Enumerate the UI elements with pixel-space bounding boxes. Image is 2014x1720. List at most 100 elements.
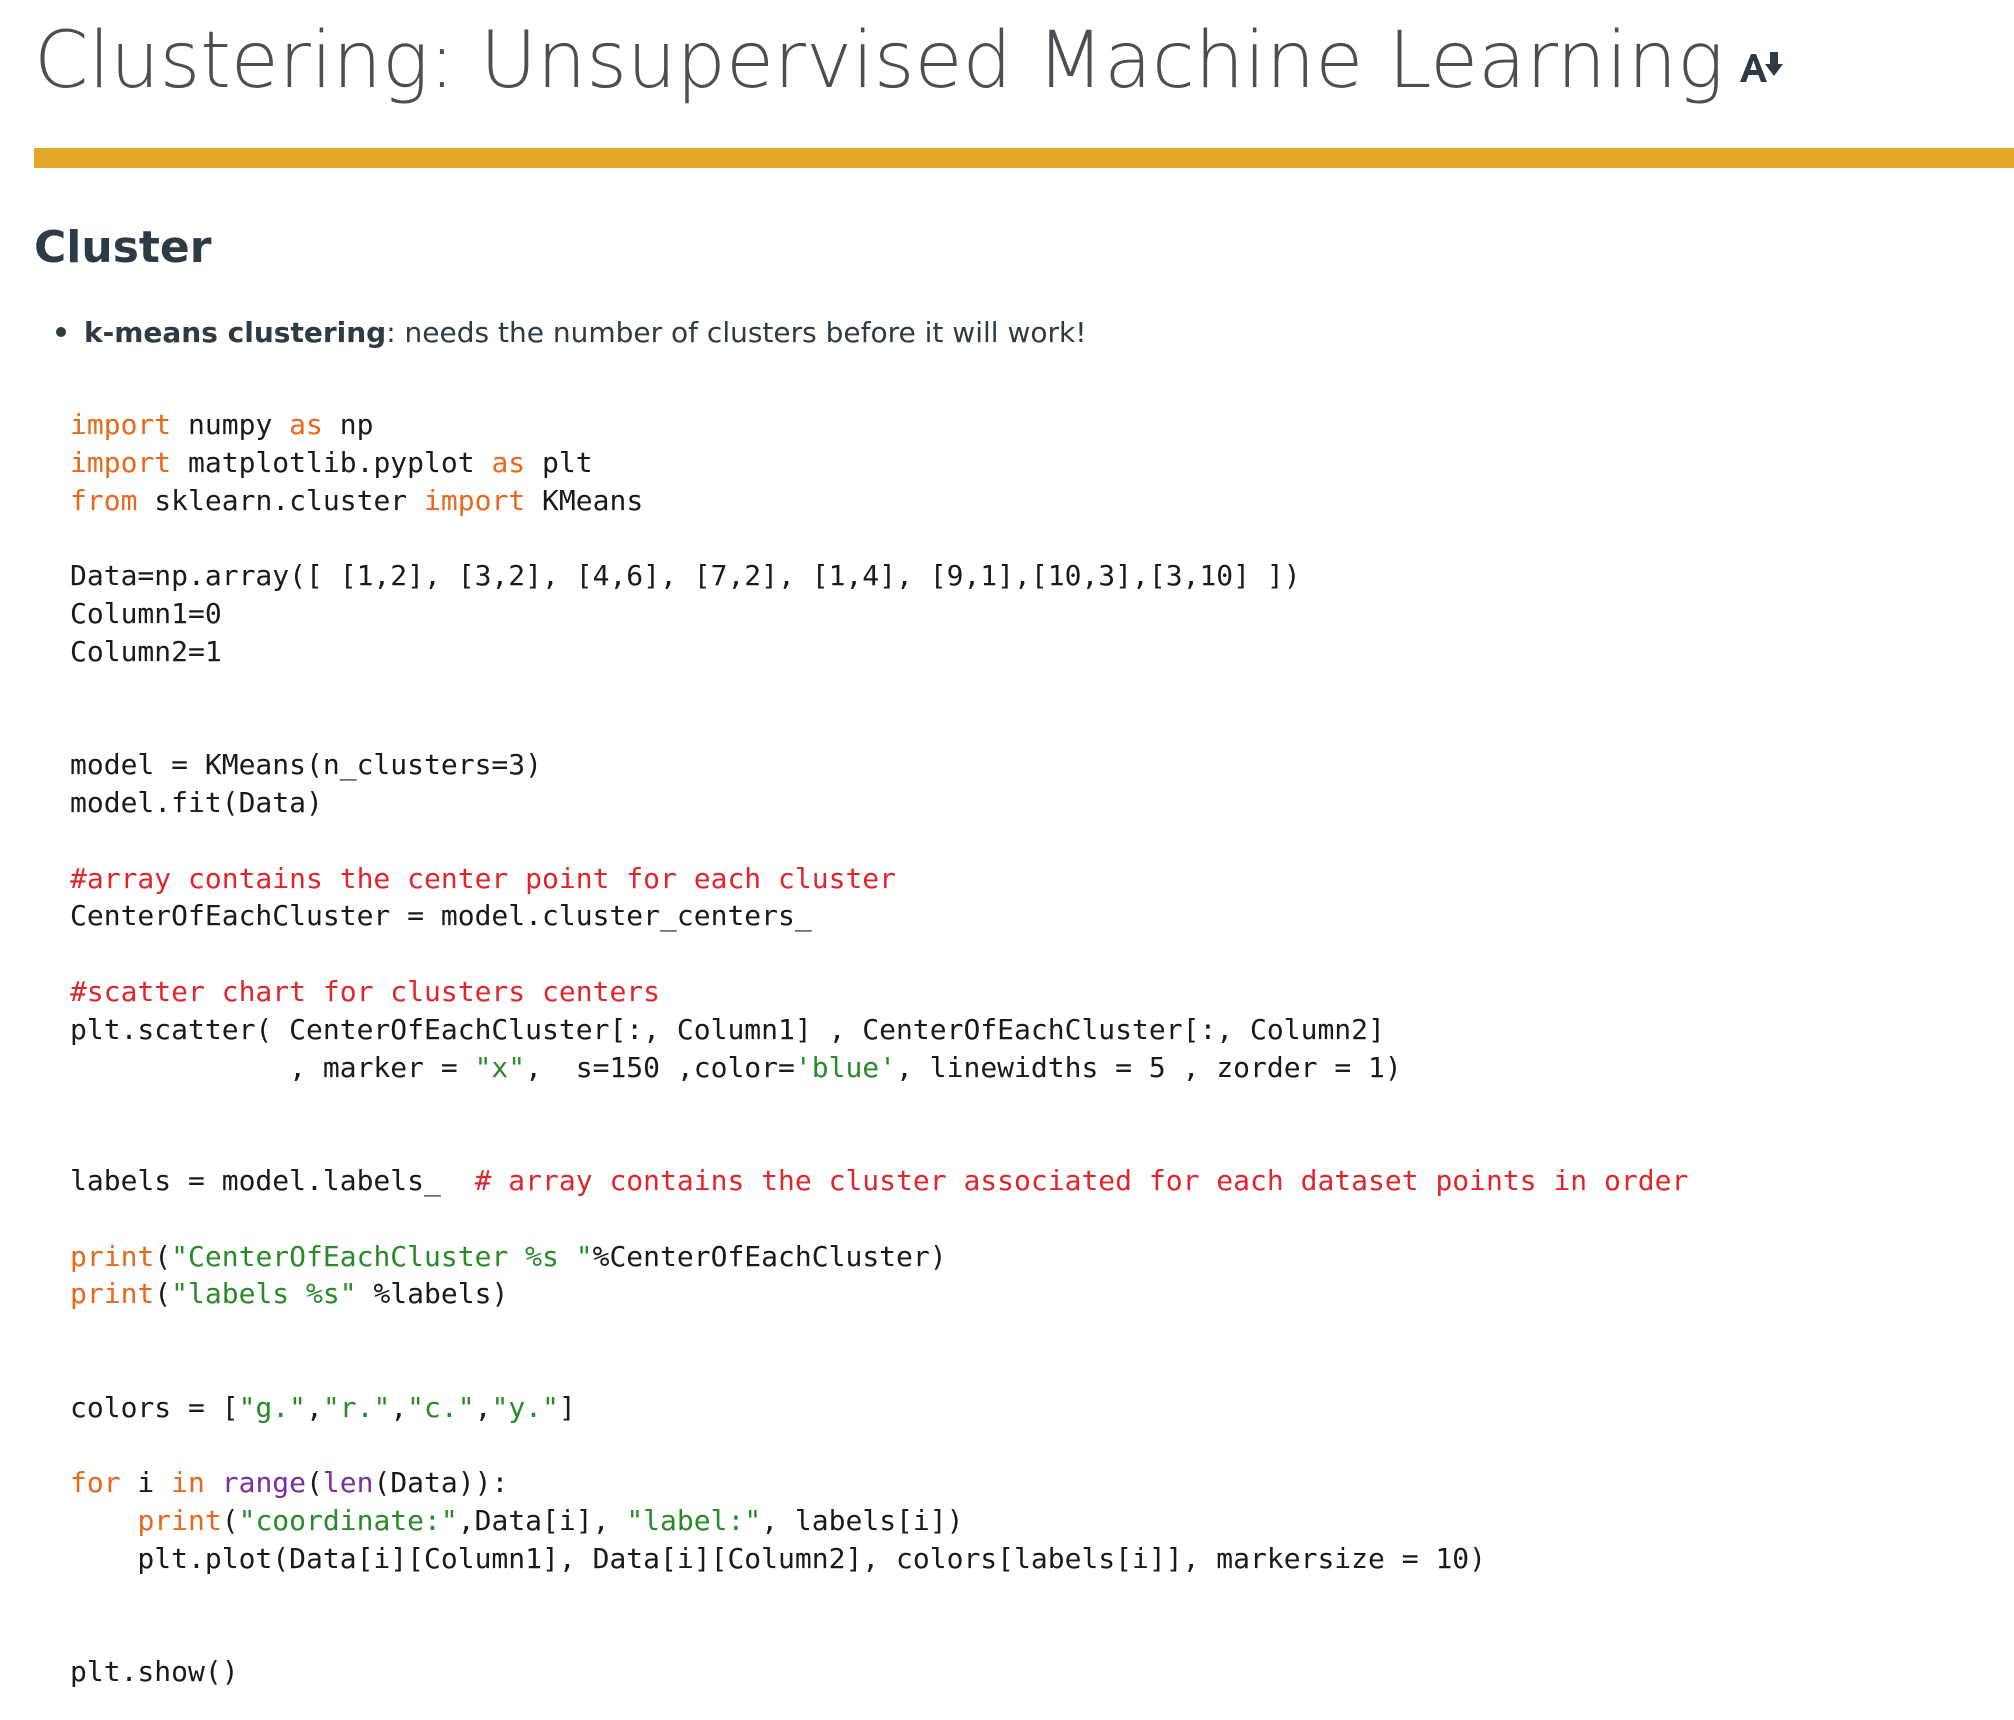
code-token-str: "coordinate:" xyxy=(238,1504,458,1538)
code-block: import numpy as np import matplotlib.pypl… xyxy=(70,406,1688,1691)
code-line: from sklearn.cluster import KMeans xyxy=(70,482,1688,520)
code-line: plt.scatter( CenterOfEachCluster[:, Colu… xyxy=(70,1011,1688,1049)
code-token-plain: colors = [ xyxy=(70,1390,239,1424)
code-token-plain: ( xyxy=(154,1277,172,1311)
bullet-term: k-means clustering xyxy=(84,315,387,349)
page-header: Clustering: Unsupervised Machine Learnin… xyxy=(34,6,1784,116)
code-token-plain: , s=150 ,color= xyxy=(525,1050,795,1084)
code-token-kw: import xyxy=(70,445,172,479)
code-token-str: "labels %s" xyxy=(171,1277,357,1311)
code-line: model.fit(Data) xyxy=(70,784,1688,822)
code-line: colors = ["g.","r.","c.","y."] xyxy=(70,1389,1688,1427)
code-line: import numpy as np xyxy=(70,406,1688,444)
code-token-plain: ] xyxy=(558,1390,576,1424)
code-token-plain: , linewidths = 5 , zorder = 1) xyxy=(896,1050,1402,1084)
page-title: Clustering: Unsupervised Machine Learnin… xyxy=(34,16,1724,106)
list-item: k-means clustering: needs the number of … xyxy=(34,304,1086,360)
code-token-plain: ( xyxy=(306,1466,323,1500)
bullet-dot xyxy=(56,327,66,337)
code-line: plt.show() xyxy=(70,1653,1688,1691)
code-token-str: "x" xyxy=(474,1050,526,1084)
code-token-kw: as xyxy=(289,408,323,441)
code-token-kw: in xyxy=(171,1466,205,1500)
code-token-plain: sklearn.cluster xyxy=(137,483,425,517)
code-token-kw: print xyxy=(70,1277,155,1311)
code-token-plain: (Data)): xyxy=(373,1466,509,1500)
code-token-kw: as xyxy=(491,445,526,479)
code-line: labels = model.labels_ # array contains … xyxy=(70,1162,1688,1200)
code-token-plain: plt.show() xyxy=(70,1655,239,1689)
code-token-kw: import xyxy=(424,483,526,517)
code-line: print("coordinate:",Data[i], "label:", l… xyxy=(70,1502,1688,1540)
code-token-fn: range xyxy=(221,1466,307,1500)
code-line: model = KMeans(n_clusters=3) xyxy=(70,746,1688,784)
code-token-plain: Column2=1 xyxy=(70,634,222,668)
code-token-plain: plt.scatter( CenterOfEachCluster[:, Colu… xyxy=(70,1012,1385,1046)
code-token-plain: KMeans xyxy=(525,483,644,517)
code-line: CenterOfEachCluster = model.cluster_cent… xyxy=(70,897,1688,935)
immersive-reader-icon[interactable] xyxy=(1738,48,1784,88)
code-token-kw: print xyxy=(70,1239,155,1273)
code-line: #scatter chart for clusters centers xyxy=(70,973,1688,1011)
code-token-cmt: #array contains the center point for eac… xyxy=(70,861,897,895)
code-token-plain: Data=np.array([ [1,2], [3,2], [4,6], [7,… xyxy=(70,559,1301,593)
code-token-fn: len xyxy=(322,1466,374,1500)
code-line: , marker = "x", s=150 ,color='blue', lin… xyxy=(70,1049,1688,1087)
bullet-list: k-means clustering: needs the number of … xyxy=(34,304,1086,360)
code-token-kw: print xyxy=(137,1504,222,1538)
code-token-plain: %CenterOfEachCluster) xyxy=(592,1239,947,1273)
code-token-str: "r." xyxy=(322,1390,391,1424)
code-line: print("labels %s" %labels) xyxy=(70,1275,1688,1313)
code-token-str: "label:" xyxy=(626,1504,762,1538)
code-token-kw: for xyxy=(70,1466,121,1500)
code-token-str: "y." xyxy=(491,1390,559,1424)
code-token-plain: i xyxy=(120,1466,172,1500)
code-token-cmt: # array contains the cluster associated … xyxy=(474,1163,1689,1197)
code-token-plain: plt xyxy=(525,445,593,479)
code-token-kw: from xyxy=(70,483,138,517)
code-token-plain: labels = model.labels_ xyxy=(70,1163,475,1197)
code-token-plain: %labels) xyxy=(356,1277,509,1311)
code-token-plain: model.fit(Data) xyxy=(70,785,323,819)
code-token-plain: model = KMeans(n_clusters=3) xyxy=(70,748,543,782)
code-token-plain: ,Data[i], xyxy=(457,1504,627,1538)
code-line: Data=np.array([ [1,2], [3,2], [4,6], [7,… xyxy=(70,557,1688,595)
code-token-str: 'blue' xyxy=(794,1050,897,1084)
code-line: #array contains the center point for eac… xyxy=(70,860,1688,898)
code-token-plain: np xyxy=(322,408,374,441)
code-token-str: "c." xyxy=(407,1390,475,1424)
code-line: for i in range(len(Data)): xyxy=(70,1464,1688,1502)
code-token-kw: import xyxy=(70,408,172,441)
code-token-plain: matplotlib.pyplot xyxy=(171,445,492,479)
code-line: import matplotlib.pyplot as plt xyxy=(70,444,1688,482)
code-line: Column2=1 xyxy=(70,633,1688,671)
code-token-plain: , labels[i]) xyxy=(761,1504,964,1538)
code-token-str: "CenterOfEachCluster %s " xyxy=(171,1239,593,1273)
code-line: Column1=0 xyxy=(70,595,1688,633)
page-content: Clustering: Unsupervised Machine Learnin… xyxy=(0,0,2014,1720)
code-line: print("CenterOfEachCluster %s "%CenterOf… xyxy=(70,1238,1688,1276)
code-token-cmt: #scatter chart for clusters centers xyxy=(70,974,661,1008)
code-token-plain: numpy xyxy=(171,408,290,441)
code-token-plain: Column1=0 xyxy=(70,596,222,630)
code-token-plain: CenterOfEachCluster = model.cluster_cent… xyxy=(70,899,812,933)
code-token-plain: ( xyxy=(221,1504,239,1538)
code-token-plain: , xyxy=(306,1390,323,1424)
code-token-plain: , xyxy=(474,1390,492,1424)
bullet-text: : needs the number of clusters before it… xyxy=(386,315,1087,349)
code-token-plain: , xyxy=(390,1390,408,1424)
